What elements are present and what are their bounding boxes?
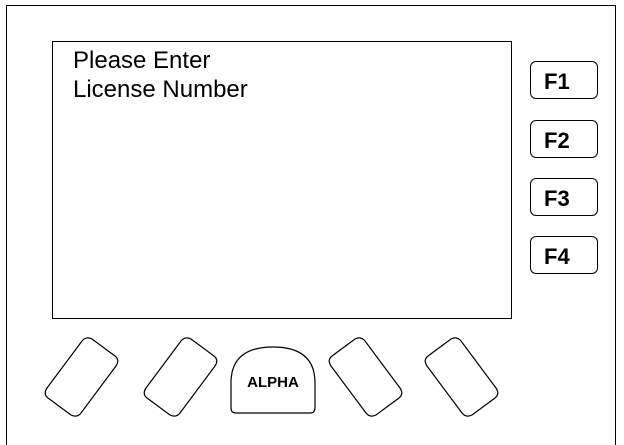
soft-keys-layer xyxy=(44,337,499,417)
soft-key-1-button[interactable] xyxy=(44,337,119,417)
alpha-key-button[interactable] xyxy=(230,346,316,414)
soft-key-2-button[interactable] xyxy=(143,337,218,417)
soft-key-4-button[interactable] xyxy=(424,337,499,417)
soft-key-3-button[interactable] xyxy=(328,337,403,417)
